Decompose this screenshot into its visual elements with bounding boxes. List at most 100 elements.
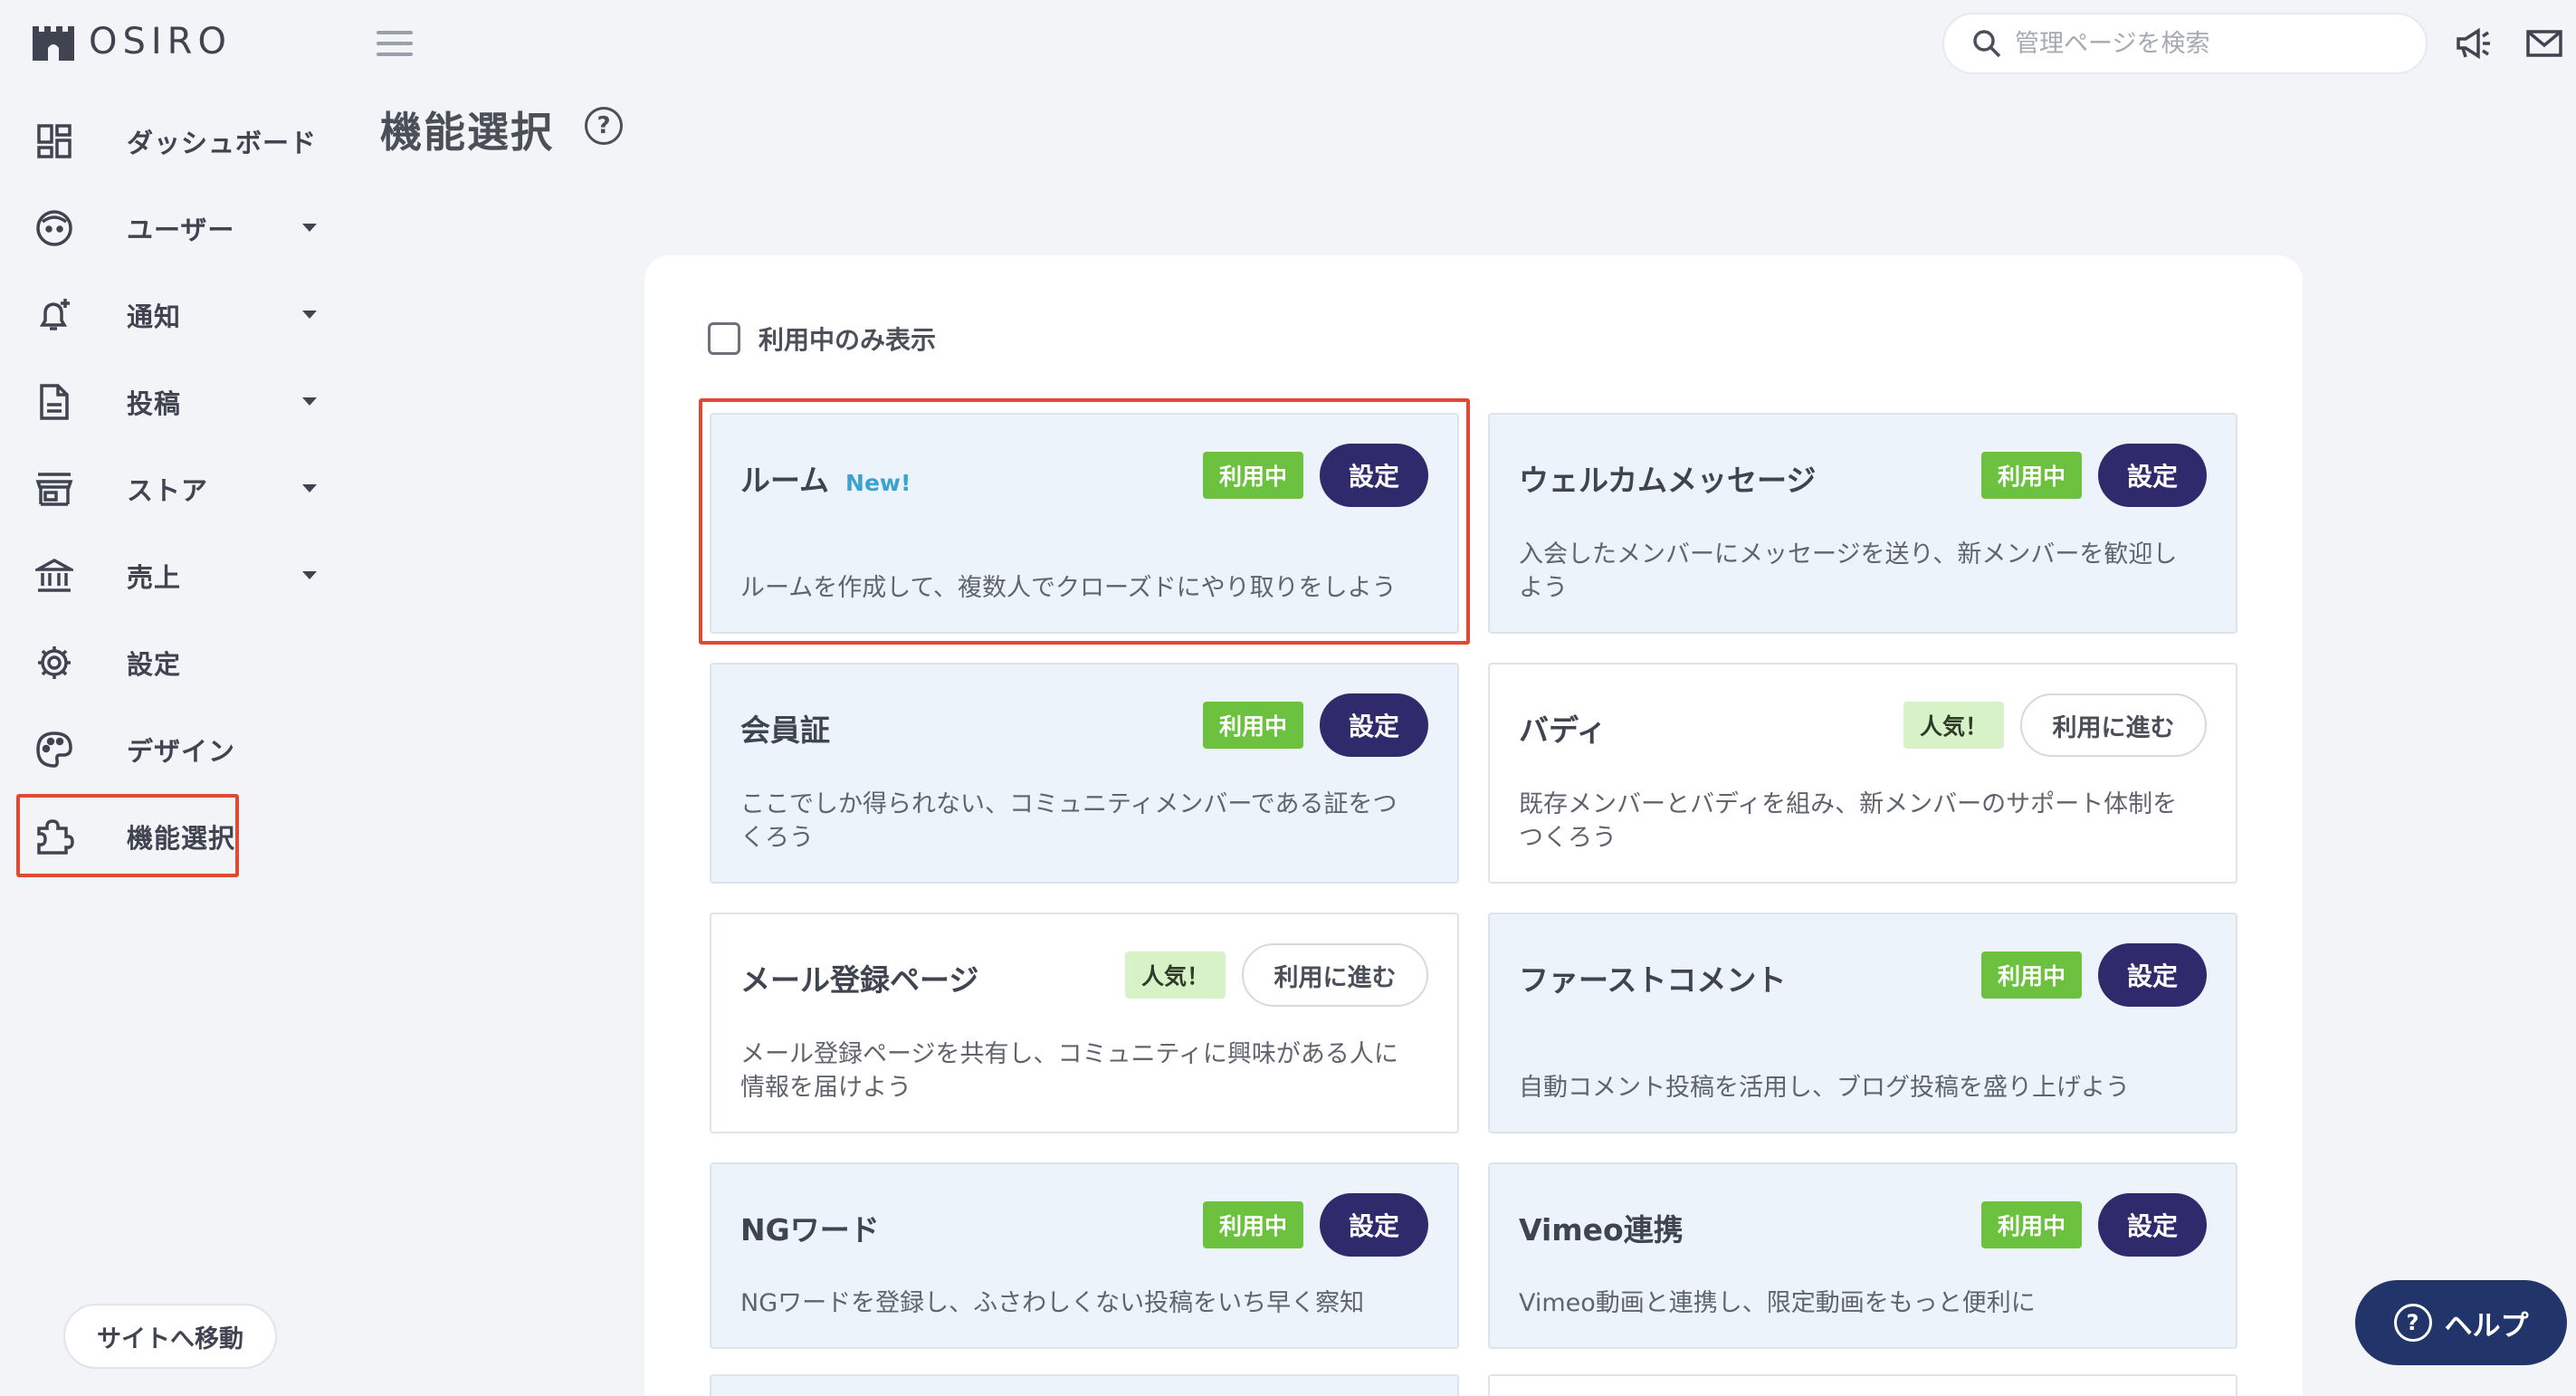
filter-label: 利用中のみ表示 [758,325,937,355]
popular-badge: 人気！ [1124,951,1226,999]
feature-card-first-comment[interactable]: ファーストコメント 利用中 設定 自動コメント投稿を活用し、ブログ投稿を盛り上げ… [1488,913,2237,1133]
feature-card-room[interactable]: ルーム New! 利用中 設定 ルームを作成して、複数人でクローズドにやり取りを… [710,413,1459,634]
feature-card-mail-signup-page[interactable]: メール登録ページ 人気！ 利用に進む メール登録ページを共有し、コミュニティに興… [710,913,1459,1133]
in-use-only-checkbox[interactable] [708,322,740,355]
in-use-badge: 利用中 [1202,1201,1303,1248]
in-use-badge: 利用中 [1202,452,1303,499]
start-using-button[interactable]: 利用に進む [2020,693,2207,757]
search-bar[interactable] [1942,13,2428,74]
bank-icon [33,554,76,598]
feature-card-welcome-message[interactable]: ウェルカムメッセージ 利用中 設定 入会したメンバーにメッセージを送り、新メンバ… [1488,413,2237,634]
feature-card-partial[interactable] [710,1374,1459,1396]
help-question-icon: ? [2393,1304,2432,1342]
chevron-down-icon [302,484,317,492]
sidebar-item-label: 設定 [127,649,182,680]
sidebar-item-store[interactable]: ストア [18,445,326,532]
settings-button[interactable]: 設定 [1320,1193,1428,1257]
settings-button[interactable]: 設定 [1320,693,1428,757]
mail-icon[interactable] [2525,25,2563,62]
card-description: メール登録ページを共有し、コミュニティに興味がある人に情報を届けよう [740,1040,1398,1102]
start-using-button[interactable]: 利用に進む [1242,943,1428,1007]
card-title-text: メール登録ページ [740,962,979,998]
card-actions: 利用中 設定 [1202,1193,1428,1257]
in-use-badge: 利用中 [1980,1201,2082,1248]
card-actions: 人気！ 利用に進む [1903,693,2207,757]
card-actions: 利用中 設定 [1202,693,1428,757]
feature-card-membership-card[interactable]: 会員証 利用中 設定 ここでしか得られない、コミュニティメンバーである証をつくろ… [710,663,1459,884]
card-title: 会員証 [740,706,830,750]
settings-button[interactable]: 設定 [1320,444,1428,507]
dashboard-icon [33,120,76,163]
chevron-down-icon [302,224,317,232]
card-actions: 利用中 設定 [1980,1193,2207,1257]
bell-plus-icon [33,293,76,337]
castle-logo-icon [33,26,74,61]
card-description: ここでしか得られない、コミュニティメンバーである証をつくろう [740,790,1398,852]
card-description: 入会したメンバーにメッセージを送り、新メンバーを歓迎しよう [1519,540,2178,602]
popular-badge: 人気！ [1903,702,2004,749]
search-icon [1973,30,2001,58]
card-title-text: ルーム [740,463,830,498]
store-icon [33,467,76,511]
card-title: ルーム New! [740,456,911,500]
sidebar-nav: ダッシュボード ユーザー 通知 投稿 ストア 売上 設定 デザイン 機能選択 [18,98,326,880]
in-use-badge: 利用中 [1202,702,1303,749]
sidebar-item-design[interactable]: デザイン [18,706,326,793]
sidebar-item-label: ダッシュボード [127,128,318,158]
sidebar-item-sales[interactable]: 売上 [18,532,326,619]
help-question-icon[interactable]: ? [585,107,623,145]
sidebar-item-label: デザイン [127,736,236,767]
feature-card-ng-words[interactable]: NGワード 利用中 設定 NGワードを登録し、ふさわしくない投稿をいち早く察知 [710,1162,1459,1349]
sidebar-item-notifications[interactable]: 通知 [18,272,326,359]
sidebar-item-dashboard[interactable]: ダッシュボード [18,98,326,185]
chevron-down-icon [302,311,317,319]
puzzle-icon [33,815,76,858]
menu-toggle-icon[interactable] [377,29,413,58]
card-actions: 利用中 設定 [1980,943,2207,1007]
help-button[interactable]: ? ヘルプ [2355,1280,2567,1365]
card-description: 既存メンバーとバディを組み、新メンバーのサポート体制をつくろう [1519,790,2178,852]
card-title: メール登録ページ [740,956,978,999]
card-title-text: ウェルカムメッセージ [1519,463,1817,498]
feature-panel: 利用中のみ表示 ルーム New! 利用中 設定 ルームを作成して、複数人でクロー… [644,255,2303,1396]
sidebar-item-label: ストア [127,475,209,506]
sidebar-item-label: 投稿 [127,388,182,419]
settings-button[interactable]: 設定 [2098,943,2207,1007]
chevron-down-icon [302,397,317,406]
card-description: NGワードを登録し、ふさわしくない投稿をいち早く察知 [740,1289,1365,1317]
card-description: ルームを作成して、複数人でクローズドにやり取りをしよう [740,574,1397,602]
in-use-filter[interactable]: 利用中のみ表示 [708,320,936,357]
card-title: ファーストコメント [1519,956,1786,999]
card-title: バディ [1519,706,1607,750]
settings-button[interactable]: 設定 [2098,1193,2207,1257]
card-title-text: バディ [1519,712,1607,748]
search-input[interactable] [2015,29,2395,58]
feature-card-vimeo[interactable]: Vimeo連携 利用中 設定 Vimeo動画と連携し、限定動画をもっと便利に [1488,1162,2237,1349]
card-title-text: NGワード [740,1212,880,1248]
sidebar-item-features[interactable]: 機能選択 [18,793,326,880]
card-actions: 人気！ 利用に進む [1124,943,1428,1007]
card-actions: 利用中 設定 [1980,444,2207,507]
card-title-text: 会員証 [740,712,830,748]
sidebar-item-posts[interactable]: 投稿 [18,359,326,445]
feature-card-partial[interactable] [1488,1374,2237,1396]
feature-card-buddy[interactable]: バディ 人気！ 利用に進む 既存メンバーとバディを組み、新メンバーのサポート体制… [1488,663,2237,884]
go-to-site-button[interactable]: サイトへ移動 [63,1304,277,1369]
in-use-badge: 利用中 [1980,951,2082,999]
settings-button[interactable]: 設定 [2098,444,2207,507]
user-face-icon [33,206,76,250]
gear-icon [33,641,76,684]
brand-name: OSIRO [89,21,232,62]
brand-logo[interactable]: OSIRO [31,21,232,62]
sidebar-item-settings[interactable]: 設定 [18,619,326,706]
sidebar-item-label: 機能選択 [127,823,236,854]
card-title: Vimeo連携 [1519,1206,1684,1249]
sidebar-item-label: ユーザー [127,215,235,245]
card-actions: 利用中 設定 [1202,444,1428,507]
palette-icon [33,728,76,771]
new-badge: New! [845,470,911,496]
in-use-badge: 利用中 [1980,452,2082,499]
sidebar-item-label: 通知 [127,301,182,332]
megaphone-icon[interactable] [2455,25,2493,62]
sidebar-item-users[interactable]: ユーザー [18,185,326,272]
